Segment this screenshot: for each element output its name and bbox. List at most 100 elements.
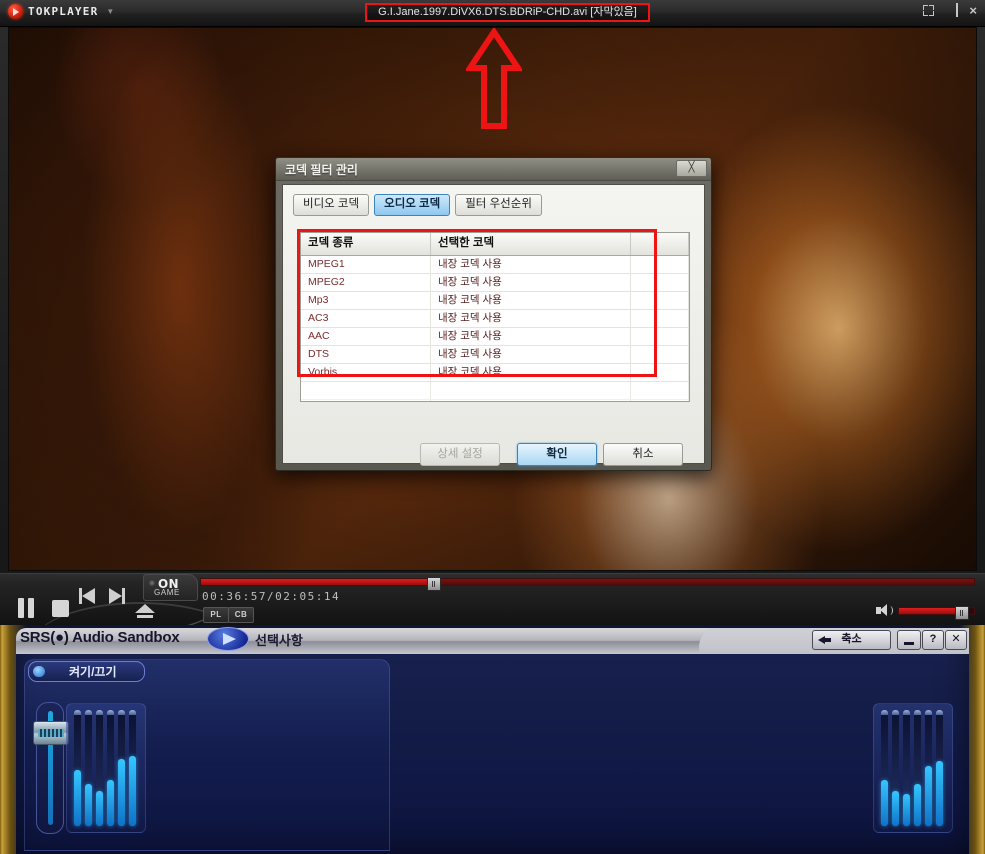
channel-meter xyxy=(118,710,125,826)
table-cell: 내장 코덱 사용 xyxy=(431,364,631,381)
meter-cap xyxy=(118,710,125,715)
table-cell: Mp3 xyxy=(301,292,431,309)
srs-play-icon[interactable] xyxy=(207,627,249,651)
table-row[interactable]: AAC 내장 코덱 사용 xyxy=(301,328,689,346)
close-icon[interactable]: × xyxy=(969,4,977,17)
cancel-button[interactable]: 취소 xyxy=(603,443,683,466)
table-cell: DTS xyxy=(301,346,431,363)
dialog-title: 코덱 필터 관리 xyxy=(285,163,358,177)
power-toggle-label: 켜기/끄기 xyxy=(69,665,117,679)
window-controls: × xyxy=(923,3,977,17)
detail-settings-button[interactable]: 상세 설정 xyxy=(420,443,500,466)
fullscreen-icon[interactable] xyxy=(923,5,935,16)
table-cell xyxy=(631,382,689,399)
next-button[interactable] xyxy=(107,588,125,604)
meter-cap xyxy=(925,710,932,715)
tab-filter-priority[interactable]: 필터 우선순위 xyxy=(455,194,542,216)
channel-meter xyxy=(96,710,103,826)
control-box-button[interactable]: CB xyxy=(228,607,254,623)
table-body: MPEG1 내장 코덱 사용 MPEG2 내장 코덱 사용 Mp3 내장 코덱 사용 AC3… xyxy=(301,256,689,401)
table-row[interactable]: MPEG2 내장 코덱 사용 xyxy=(301,274,689,292)
meter-cap xyxy=(129,710,136,715)
table-row[interactable]: Vorbis 내장 코덱 사용 xyxy=(301,364,689,382)
table-cell xyxy=(631,328,689,345)
meter-cap xyxy=(85,710,92,715)
table-cell: 내장 코덱 사용 xyxy=(431,310,631,327)
column-header-extra xyxy=(631,233,689,255)
meter-level xyxy=(881,779,888,826)
back-arrow-icon xyxy=(818,634,831,646)
table-cell xyxy=(631,364,689,381)
table-cell: 내장 코덱 사용 xyxy=(431,292,631,309)
previous-button[interactable] xyxy=(79,588,97,604)
codec-table[interactable]: 코덱 종류 선택한 코덱 MPEG1 내장 코덱 사용 MPEG2 내장 코덱 사용 M… xyxy=(300,232,690,402)
maximize-icon[interactable] xyxy=(956,3,959,17)
meter-level xyxy=(936,761,943,826)
eject-button[interactable] xyxy=(135,604,155,618)
channel-meter xyxy=(925,710,932,826)
table-row[interactable]: MPEG1 내장 코덱 사용 xyxy=(301,256,689,274)
codec-tabs: 비디오 코덱 오디오 코덱 필터 우선순위 xyxy=(293,194,542,216)
channel-meter xyxy=(903,710,910,826)
dialog-titlebar: 코덱 필터 관리 ╳ xyxy=(276,158,711,181)
player-titlebar: TOKPLAYER ▼ G.I.Jane.1997.DiVX6.DTS.BDRi… xyxy=(0,0,985,27)
table-row[interactable]: AC3 내장 코덱 사용 xyxy=(301,310,689,328)
input-meters xyxy=(66,703,146,833)
master-volume-fader[interactable] xyxy=(33,702,69,834)
table-row[interactable]: Mp3 내장 코덱 사용 xyxy=(301,292,689,310)
minimize-icon xyxy=(904,642,914,645)
channel-meter xyxy=(74,710,81,826)
on-game-button[interactable]: ON GAME xyxy=(143,574,198,601)
channel-meter xyxy=(914,710,921,826)
table-cell: 내장 코덱 사용 xyxy=(431,256,631,273)
table-cell xyxy=(631,292,689,309)
table-cell xyxy=(631,400,689,401)
srs-close-button[interactable]: ✕ xyxy=(945,630,967,650)
dialog-close-button[interactable]: ╳ xyxy=(676,160,707,177)
ok-button[interactable]: 확인 xyxy=(517,443,597,466)
table-cell: 내장 코덱 사용 xyxy=(431,274,631,291)
meter-level xyxy=(914,784,921,826)
meter-cap xyxy=(903,710,910,715)
volume-slider[interactable] xyxy=(898,606,975,620)
speaker-icon[interactable] xyxy=(876,604,893,617)
channel-meter xyxy=(107,710,114,826)
channel-meter xyxy=(85,710,92,826)
stop-button[interactable] xyxy=(52,600,69,617)
srs-subtitle: 선택사항 xyxy=(255,633,303,648)
table-empty-row xyxy=(301,400,689,401)
table-cell xyxy=(631,256,689,273)
volume-handle[interactable] xyxy=(954,606,969,620)
table-cell: 내장 코덱 사용 xyxy=(431,328,631,345)
table-cell xyxy=(301,400,431,401)
srs-minimize-button[interactable] xyxy=(897,630,921,650)
seek-handle[interactable] xyxy=(426,577,441,591)
on-game-game-label: GAME xyxy=(154,588,180,597)
table-empty-row xyxy=(301,382,689,400)
tab-video-codec[interactable]: 비디오 코덱 xyxy=(293,194,370,216)
tab-audio-codec[interactable]: 오디오 코덱 xyxy=(374,194,451,216)
playlist-button[interactable]: PL xyxy=(203,607,229,623)
annotation-up-arrow xyxy=(466,28,522,130)
volume-level xyxy=(899,608,961,614)
on-game-led-icon xyxy=(149,580,155,586)
pause-button[interactable] xyxy=(18,598,37,618)
table-header-row: 코덱 종류 선택한 코덱 xyxy=(301,233,689,256)
fader-handle[interactable] xyxy=(33,721,69,745)
table-cell xyxy=(301,382,431,399)
srs-help-button[interactable]: ? xyxy=(922,630,944,650)
chevron-down-icon[interactable]: ▼ xyxy=(106,7,114,16)
seek-slider[interactable] xyxy=(200,577,975,591)
app-name: TOKPLAYER xyxy=(28,5,99,18)
column-header-codec-type: 코덱 종류 xyxy=(301,233,431,255)
meter-level xyxy=(96,791,103,826)
reduce-button[interactable]: 축소 xyxy=(812,630,891,650)
meter-cap xyxy=(892,710,899,715)
power-toggle[interactable]: 켜기/끄기 xyxy=(28,661,145,682)
table-cell: 내장 코덱 사용 xyxy=(431,346,631,363)
table-cell xyxy=(631,346,689,363)
meter-level xyxy=(925,765,932,826)
table-row[interactable]: DTS 내장 코덱 사용 xyxy=(301,346,689,364)
column-header-selected-codec: 선택한 코덱 xyxy=(431,233,631,255)
app-logo: TOKPLAYER ▼ xyxy=(8,4,114,19)
